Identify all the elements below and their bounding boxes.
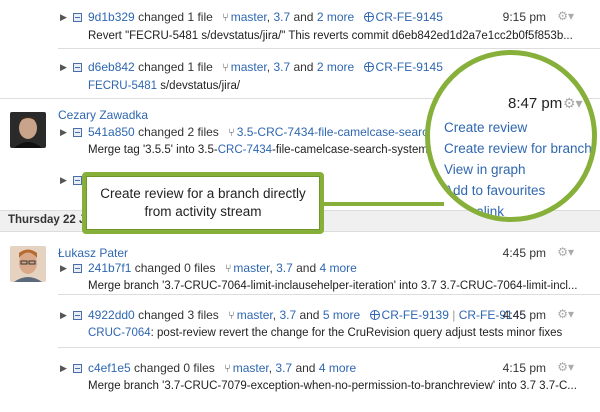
commit-change-count: changed 3 files [138, 308, 219, 322]
branch-icon: ⑂ [224, 263, 232, 275]
branch-link[interactable]: master [231, 10, 267, 24]
more-branches-link[interactable]: 5 more [323, 308, 360, 322]
menu-item-view-in-graph[interactable]: View in graph [436, 159, 592, 180]
branch-icon: ⑂ [222, 12, 229, 24]
avatar[interactable] [10, 112, 46, 148]
expand-icon[interactable]: ▶ [60, 363, 67, 374]
commit-hash-link[interactable]: d6eb842 [88, 60, 135, 74]
commit-message: Merge branch '3.7-CRUC-7064-limit-inclau… [88, 280, 578, 292]
magnifier-overlay: 8:47 pm ⚙▾ Create review Create review f… [425, 50, 597, 222]
branch-icon: ⑂ [224, 363, 231, 375]
more-branches-link[interactable]: 4 more [319, 361, 356, 375]
expand-icon[interactable]: ▶ [60, 62, 67, 73]
branch-link[interactable]: master [231, 60, 267, 74]
review-icon [369, 310, 380, 320]
commit-change-count: changed 2 files [138, 125, 219, 139]
issue-link[interactable]: CRUC-7064 [88, 327, 151, 339]
gear-icon[interactable]: ⚙▾ [557, 307, 574, 321]
commit-change-count: changed 0 files [134, 361, 215, 375]
more-branches-link[interactable]: 4 more [320, 261, 357, 275]
commit-message: FECRU-5481 s/devstatus/jira/ [88, 80, 241, 92]
more-branches-link[interactable]: 2 more [317, 60, 354, 74]
branch-link[interactable]: 3.7 [276, 261, 293, 275]
review-link[interactable]: CR-FE-9139 [382, 308, 449, 322]
commit-hash-link[interactable]: 241b7f1 [88, 261, 131, 275]
review-icon [363, 62, 374, 72]
divider [58, 48, 600, 49]
expand-icon[interactable]: ▶ [60, 263, 67, 274]
commit-icon [73, 128, 82, 137]
callout-line-2: from activity stream [144, 204, 262, 219]
menu-item-add-to-favourites[interactable]: Add to favourites [436, 180, 592, 201]
review-icon [363, 12, 374, 22]
review-link[interactable]: CR-FE-9145 [376, 10, 443, 24]
author-name[interactable]: Cezary Zawadka [58, 108, 148, 122]
divider [58, 347, 600, 348]
commit-hash-link[interactable]: c4ef1e5 [88, 361, 131, 375]
avatar[interactable] [10, 246, 46, 282]
review-link[interactable]: CR-FE-9145 [376, 60, 443, 74]
actions-menu: Create review Create review for branch V… [436, 117, 592, 217]
divider [58, 294, 600, 295]
commit-time: 4:45 pm [502, 308, 546, 322]
menu-item-create-review-for-branch[interactable]: Create review for branch [436, 138, 592, 159]
expand-icon[interactable]: ▶ [60, 127, 67, 138]
issue-link[interactable]: FECRU-5481 [88, 80, 157, 92]
callout-connector [324, 202, 444, 206]
commit-icon [73, 311, 82, 320]
expand-icon[interactable]: ▶ [60, 310, 67, 321]
issue-link[interactable]: CRC-7434 [218, 144, 272, 156]
commit-time: 9:15 pm [502, 10, 546, 24]
callout-line-1: Create review for a branch directly [100, 186, 306, 201]
commit-hash-link[interactable]: 541a850 [88, 125, 135, 139]
commit-message: Merge tag '3.5.5' into 3.5-CRC-7434-file… [88, 144, 481, 156]
menu-item-create-review[interactable]: Create review [436, 117, 592, 138]
gear-icon[interactable]: ⚙▾ [557, 245, 574, 259]
branch-link[interactable]: 3.7 [273, 60, 290, 74]
magnified-time: 8:47 pm [508, 95, 563, 112]
commit-change-count: changed 1 file [138, 60, 213, 74]
branch-link[interactable]: 3.7 [273, 10, 290, 24]
commit-icon [73, 176, 82, 185]
gear-icon[interactable]: ⚙▾ [563, 95, 583, 112]
commit-icon [73, 364, 82, 373]
commit-hash-link[interactable]: 9d1b329 [88, 10, 135, 24]
branch-link[interactable]: master [237, 308, 273, 322]
day-header-label: Thursday 22 Ja [8, 214, 92, 226]
commit-change-count: changed 0 files [134, 261, 216, 275]
more-branches-link[interactable]: 2 more [317, 10, 354, 24]
branch-icon: ⑂ [228, 310, 235, 322]
author-name[interactable]: Łukasz Pater [58, 246, 128, 260]
commit-time: 4:15 pm [502, 361, 546, 375]
branch-link[interactable]: 3.7 [279, 308, 296, 322]
commit-icon [73, 13, 82, 22]
expand-icon[interactable]: ▶ [60, 175, 67, 186]
gear-icon[interactable]: ⚙▾ [557, 360, 574, 374]
commit-hash-link[interactable]: 4922dd0 [88, 308, 135, 322]
branch-link[interactable]: master [233, 261, 269, 275]
expand-icon[interactable]: ▶ [60, 12, 67, 23]
commit-message: Revert "FECRU-5481 s/devstatus/jira/" Th… [88, 30, 573, 42]
commit-icon [73, 264, 82, 273]
commit-message: Merge branch '3.7-CRUC-7079-exception-wh… [88, 380, 577, 392]
callout-box: Create review for a branch directly from… [82, 172, 324, 234]
commit-message: CRUC-7064: post-review revert the change… [88, 327, 563, 339]
gear-icon[interactable]: ⚙▾ [557, 9, 574, 23]
branch-icon: ⑂ [228, 127, 235, 139]
branch-icon: ⑂ [222, 62, 229, 74]
commit-change-count: changed 1 file [138, 10, 213, 24]
commit-time: 4:45 pm [502, 246, 546, 260]
commit-icon [73, 63, 82, 72]
branch-link[interactable]: 3.7 [275, 361, 292, 375]
branch-link[interactable]: master [233, 361, 269, 375]
